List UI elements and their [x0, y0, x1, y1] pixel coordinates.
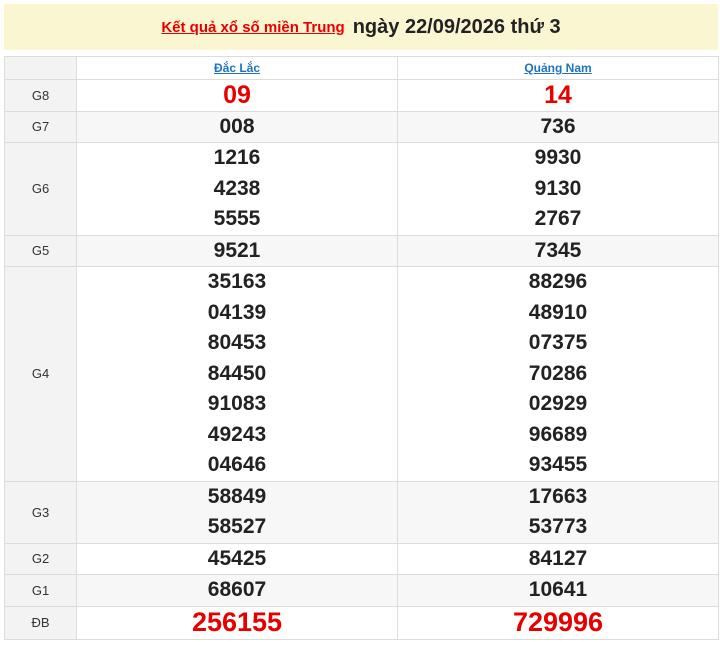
prize-cell: 008	[76, 110, 398, 143]
prize-number: 17663	[528, 484, 588, 508]
prize-number: 2767	[534, 207, 582, 230]
prize-number: 58527	[207, 515, 267, 538]
prize-row-g6: G6 1216 4238 5555 9930 9130 2767	[4, 142, 719, 236]
prize-cell: 256155	[76, 605, 398, 640]
prize-label: G2	[4, 542, 77, 575]
prize-cell: 736	[397, 110, 719, 143]
province-header-quang-nam[interactable]: Quảng Nam	[397, 56, 719, 80]
prize-number: 14	[544, 81, 572, 109]
prize-number: 9521	[213, 238, 261, 262]
table-header-row: Đắc Lắc Quảng Nam	[4, 56, 719, 80]
results-header: Kết quả xổ số miền Trung ngày 22/09/2026…	[4, 4, 718, 50]
prize-cell: 9930 9130 2767	[397, 142, 719, 236]
prize-number: 4238	[213, 176, 261, 200]
prize-label: G5	[4, 234, 77, 267]
prize-number: 02929	[528, 392, 588, 415]
prize-number: 96689	[528, 422, 588, 446]
prize-row-g3: G3 58849 58527 17663 53773	[4, 480, 719, 544]
prize-cell: 88296 48910 07375 70286 02929 96689 9345…	[397, 266, 719, 482]
special-prize-number: 729996	[512, 607, 604, 638]
prize-number: 10641	[528, 578, 588, 601]
prize-number: 91083	[207, 392, 267, 415]
prize-label: G6	[4, 142, 77, 236]
prize-number: 84450	[207, 361, 267, 385]
prize-row-g5: G5 9521 7345	[4, 234, 719, 267]
prize-row-g1: G1 68607 10641	[4, 574, 719, 607]
prize-cell: 84127	[397, 542, 719, 575]
prize-cell: 10641	[397, 574, 719, 607]
prize-number: 70286	[528, 361, 588, 385]
prize-cell: 9521	[76, 234, 398, 267]
prize-number: 49243	[207, 422, 267, 446]
prize-number: 88296	[528, 270, 588, 293]
prize-cell: 35163 04139 80453 84450 91083 49243 0464…	[76, 266, 398, 482]
prize-label: G8	[4, 79, 77, 112]
prize-cell: 14	[397, 79, 719, 112]
prize-number: 008	[219, 114, 255, 138]
prize-label: G7	[4, 110, 77, 143]
prize-label: ĐB	[4, 605, 77, 640]
prize-number: 7345	[534, 238, 582, 262]
prize-number: 45425	[207, 546, 267, 570]
province-link[interactable]: Đắc Lắc	[214, 61, 260, 75]
prize-number: 58849	[207, 484, 267, 508]
prize-cell: 45425	[76, 542, 398, 575]
prize-row-g2: G2 45425 84127	[4, 542, 719, 575]
prize-number: 04139	[207, 300, 267, 324]
prize-row-special: ĐB 256155 729996	[4, 605, 719, 640]
prize-cell: 1216 4238 5555	[76, 142, 398, 236]
province-header-dak-lak[interactable]: Đắc Lắc	[76, 56, 398, 80]
results-table: Đắc Lắc Quảng Nam G8 09 14 G7 008 736 G6…	[4, 56, 719, 640]
prize-cell: 68607	[76, 574, 398, 607]
prize-number: 1216	[213, 146, 261, 169]
special-prize-number: 256155	[191, 607, 283, 638]
prize-cell: 729996	[397, 605, 719, 640]
prize-number: 5555	[213, 207, 261, 230]
prize-cell: 58849 58527	[76, 480, 398, 544]
prize-number: 07375	[528, 331, 588, 354]
prize-row-g7: G7 008 736	[4, 110, 719, 143]
prize-cell: 7345	[397, 234, 719, 267]
prize-number: 04646	[207, 453, 267, 476]
prize-label: G1	[4, 574, 77, 607]
prize-row-g8: G8 09 14	[4, 79, 719, 112]
region-link[interactable]: Kết quả xổ số miền Trung	[161, 19, 344, 36]
prize-number: 9130	[534, 176, 582, 200]
prize-cell: 09	[76, 79, 398, 112]
prize-number: 80453	[207, 331, 267, 354]
prize-number: 48910	[528, 300, 588, 324]
header-blank-cell	[4, 56, 77, 80]
prize-number: 35163	[207, 270, 267, 293]
prize-number: 736	[540, 114, 576, 138]
prize-number: 93455	[528, 453, 588, 476]
prize-number: 09	[223, 81, 251, 109]
prize-row-g4: G4 35163 04139 80453 84450 91083 49243 0…	[4, 266, 719, 482]
prize-number: 84127	[528, 546, 588, 570]
prize-number: 53773	[528, 515, 588, 538]
prize-label: G4	[4, 266, 77, 482]
draw-date: ngày 22/09/2026 thứ 3	[352, 15, 561, 38]
prize-label: G3	[4, 480, 77, 544]
prize-cell: 17663 53773	[397, 480, 719, 544]
prize-number: 9930	[534, 146, 582, 169]
prize-number: 68607	[207, 578, 267, 601]
province-link[interactable]: Quảng Nam	[524, 61, 591, 75]
